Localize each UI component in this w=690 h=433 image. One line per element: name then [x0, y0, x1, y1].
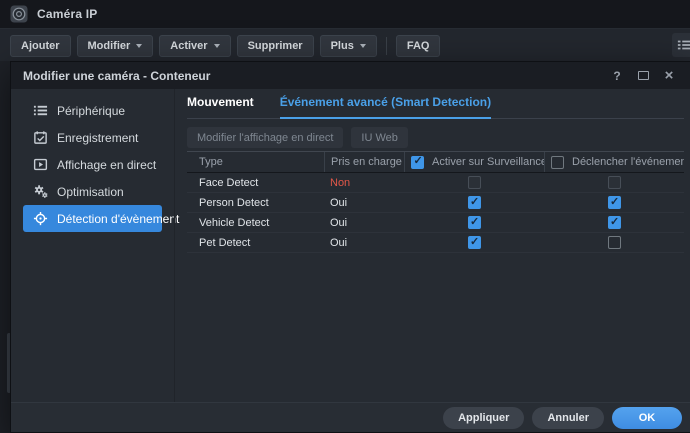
sidebar-item-affichage-en-direct[interactable]: Affichage en direct	[23, 151, 162, 178]
dropdown-caret-icon	[214, 44, 220, 48]
list-view-icon	[677, 38, 690, 52]
detection-type: Person Detect	[187, 197, 324, 209]
calendar-check-icon	[33, 130, 48, 145]
supported-value: Oui	[324, 197, 404, 209]
sidebar-item-label: Optimisation	[57, 185, 124, 199]
faq-button-label: FAQ	[407, 40, 430, 52]
activate-button[interactable]: Activer	[159, 35, 230, 57]
window-titlebar: Caméra IP	[0, 0, 690, 28]
modify-button-label: Modifier	[88, 40, 131, 52]
more-button[interactable]: Plus	[320, 35, 377, 57]
dropdown-caret-icon	[360, 44, 366, 48]
detection-type: Pet Detect	[187, 237, 324, 249]
target-icon	[33, 211, 48, 226]
toolbar-divider	[386, 37, 387, 55]
detection-type: Face Detect	[187, 177, 324, 189]
dropdown-caret-icon	[136, 44, 142, 48]
web-ui-button[interactable]: IU Web	[351, 127, 407, 148]
tab-evenement-avance[interactable]: Événement avancé (Smart Detection)	[280, 95, 491, 119]
select-all-activate-checkbox[interactable]	[411, 156, 424, 169]
maximize-glyph	[638, 71, 649, 80]
column-label: Activer sur Surveillance St...	[432, 156, 544, 168]
activate-checkbox[interactable]	[468, 196, 481, 209]
sidebar-item-optimisation[interactable]: Optimisation	[23, 178, 162, 205]
tab-mouvement[interactable]: Mouvement	[187, 95, 254, 118]
activate-checkbox[interactable]	[468, 236, 481, 249]
device-list-icon	[33, 103, 48, 118]
dialog-header: Modifier une caméra - Conteneur ? ×	[11, 62, 690, 89]
maximize-icon[interactable]	[633, 66, 653, 86]
column-label: Pris en charge	[331, 156, 402, 168]
sidebar-item-label: Détection d'évènement	[57, 212, 179, 226]
faq-button[interactable]: FAQ	[396, 35, 441, 57]
column-header-trigger: Déclencher l'événement M...	[544, 152, 684, 172]
sidebar-item-label: Enregistrement	[57, 131, 138, 145]
app-title: Caméra IP	[37, 7, 98, 21]
add-button-label: Ajouter	[21, 40, 60, 52]
activate-button-label: Activer	[170, 40, 207, 52]
modify-button[interactable]: Modifier	[77, 35, 154, 57]
column-label: Déclencher l'événement M...	[572, 156, 684, 168]
dialog-content: Mouvement Événement avancé (Smart Detect…	[174, 89, 690, 402]
dialog-body: Périphérique Enregistrement Affichage en…	[11, 89, 690, 402]
apply-button[interactable]: Appliquer	[443, 407, 524, 429]
help-icon[interactable]: ?	[607, 66, 627, 86]
sidebar-item-peripherique[interactable]: Périphérique	[23, 97, 162, 124]
supported-value: Non	[324, 177, 404, 189]
supported-value: Oui	[324, 237, 404, 249]
trigger-checkbox[interactable]	[608, 236, 621, 249]
ok-button[interactable]: OK	[612, 407, 682, 429]
table-header-row: Type Pris en charge Activer sur Surveill…	[187, 151, 684, 173]
sidebar-item-detection-evenement[interactable]: Détection d'évènement	[23, 205, 162, 232]
tab-bar: Mouvement Événement avancé (Smart Detect…	[187, 89, 684, 119]
table-row-person-detect: Person Detect Oui	[187, 193, 684, 213]
action-bar: Modifier l'affichage en direct IU Web	[187, 127, 690, 148]
add-button[interactable]: Ajouter	[10, 35, 71, 57]
close-icon[interactable]: ×	[659, 66, 679, 86]
activate-checkbox[interactable]	[468, 216, 481, 229]
trigger-checkbox[interactable]	[608, 216, 621, 229]
sidebar-item-label: Périphérique	[57, 104, 125, 118]
dialog-footer: Appliquer Annuler OK	[11, 402, 690, 432]
dialog-title: Modifier une caméra - Conteneur	[23, 69, 601, 83]
column-header-supported: Pris en charge	[324, 152, 404, 172]
background-page	[0, 61, 10, 433]
delete-button-label: Supprimer	[248, 40, 303, 52]
trigger-checkbox[interactable]	[608, 196, 621, 209]
main-toolbar: Ajouter Modifier Activer Supprimer Plus …	[0, 28, 690, 62]
live-view-icon	[33, 157, 48, 172]
table-row-vehicle-detect: Vehicle Detect Oui	[187, 213, 684, 233]
detection-table: Type Pris en charge Activer sur Surveill…	[187, 151, 684, 253]
more-button-label: Plus	[331, 40, 354, 52]
supported-value: Oui	[324, 217, 404, 229]
sidebar-item-enregistrement[interactable]: Enregistrement	[23, 124, 162, 151]
edit-live-view-button[interactable]: Modifier l'affichage en direct	[187, 127, 343, 148]
delete-button[interactable]: Supprimer	[237, 35, 314, 57]
gears-icon	[33, 184, 48, 199]
trigger-checkbox	[608, 176, 621, 189]
column-label: Type	[199, 156, 223, 168]
select-all-trigger-checkbox[interactable]	[551, 156, 564, 169]
dialog-sidebar: Périphérique Enregistrement Affichage en…	[11, 89, 174, 402]
table-row-pet-detect: Pet Detect Oui	[187, 233, 684, 253]
sidebar-item-label: Affichage en direct	[57, 158, 156, 172]
detection-type: Vehicle Detect	[187, 217, 324, 229]
cancel-button[interactable]: Annuler	[532, 407, 604, 429]
table-row-face-detect: Face Detect Non	[187, 173, 684, 193]
camera-app-icon	[10, 5, 28, 23]
column-header-activate: Activer sur Surveillance St...	[404, 152, 544, 172]
edit-camera-dialog: Modifier une caméra - Conteneur ? × Péri…	[10, 61, 690, 433]
activate-checkbox	[468, 176, 481, 189]
column-header-type: Type	[187, 152, 324, 172]
list-view-button[interactable]	[672, 33, 690, 57]
